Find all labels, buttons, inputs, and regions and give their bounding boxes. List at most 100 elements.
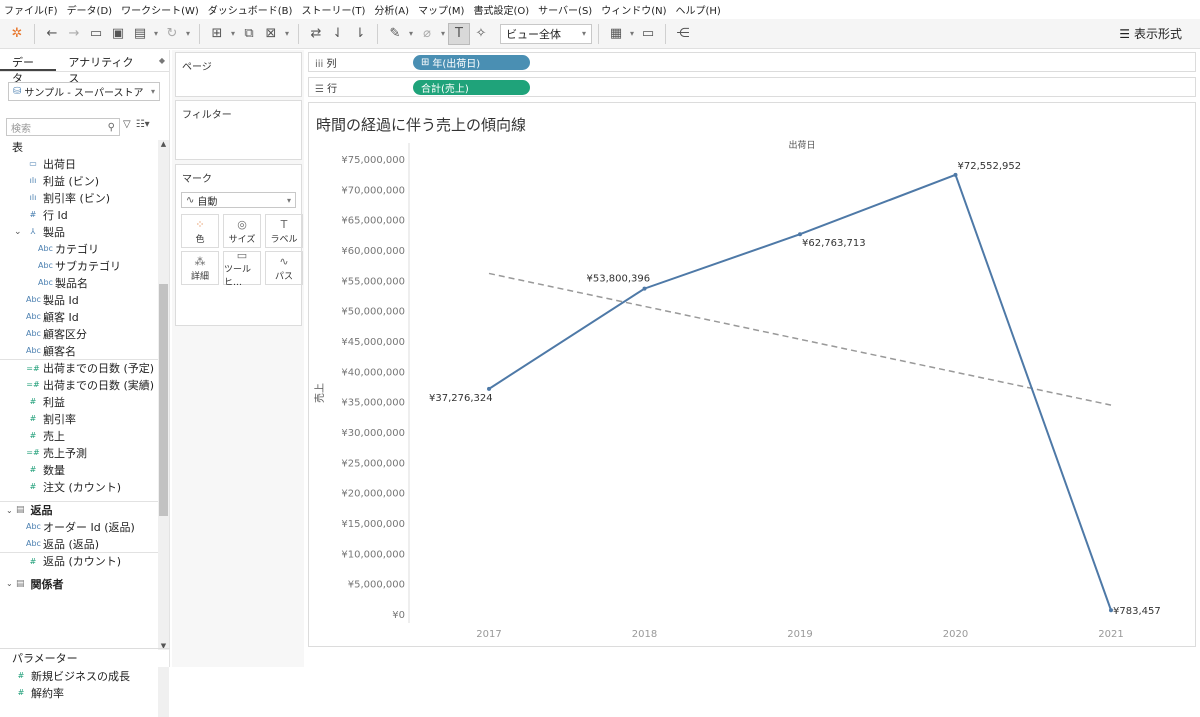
- chevron-down-icon[interactable]: ▾: [228, 29, 238, 38]
- field-item[interactable]: ılı 割引率 (ビン): [0, 189, 158, 206]
- search-input[interactable]: 検索 ⚲: [6, 118, 120, 136]
- menu-item[interactable]: ファイル(F): [4, 2, 58, 17]
- marks-card: マーク ∿ 自動 ▾ ⁘ 色 ◎ サイズ T ラベル ⁂ 詳細 ▭ ツールヒ… ∿ パス: [175, 164, 303, 326]
- field-item[interactable]: # 割引率: [0, 410, 158, 427]
- pause-updates-icon[interactable]: ▤: [129, 23, 151, 45]
- field-item[interactable]: =# 出荷までの日数 (実績): [0, 376, 158, 393]
- color-button[interactable]: ⁘ 色: [181, 214, 219, 248]
- field-item[interactable]: Abc 顧客 Id: [0, 308, 158, 325]
- save-icon[interactable]: ▭: [85, 23, 107, 45]
- field-item[interactable]: Abc 顧客区分: [0, 325, 158, 342]
- field-item[interactable]: ⌄ ⅄ 製品: [0, 223, 158, 240]
- columns-icon: iii: [315, 58, 324, 70]
- menu-item[interactable]: データ(D): [67, 2, 113, 17]
- field-item[interactable]: Abc 顧客名: [0, 342, 158, 359]
- sort-ascending-icon[interactable]: ⇃: [327, 23, 349, 45]
- chevron-down-icon[interactable]: ▾: [406, 29, 416, 38]
- columns-shelf[interactable]: iii 列 ⊞ 年(出荷日): [308, 52, 1196, 72]
- chevron-down-icon[interactable]: ⌄: [6, 506, 16, 515]
- field-item[interactable]: =# 出荷までの日数 (予定): [0, 359, 158, 376]
- tooltip-button[interactable]: ▭ ツールヒ…: [223, 249, 261, 288]
- refresh-icon[interactable]: ↻: [161, 23, 183, 45]
- tab-analytics[interactable]: アナリティクス: [56, 50, 154, 85]
- abc-icon: Abc: [26, 312, 41, 321]
- pages-card[interactable]: ページ: [175, 52, 302, 97]
- duplicate-sheet-icon[interactable]: ⧉: [238, 23, 260, 45]
- abc-icon: Abc: [26, 522, 41, 531]
- chevron-down-icon[interactable]: ▾: [438, 29, 448, 38]
- menu-item[interactable]: ウィンドウ(N): [601, 2, 666, 17]
- field-list-scrollbar[interactable]: ▲ ▼: [158, 140, 169, 650]
- field-item[interactable]: Abc 製品名: [0, 274, 158, 291]
- field-item[interactable]: # 売上: [0, 427, 158, 444]
- datasource-select[interactable]: ⛁ サンプル - スーパーストア ▾: [8, 82, 160, 101]
- field-item[interactable]: Abc サブカテゴリ: [0, 257, 158, 274]
- pane-menu-icon[interactable]: ◆: [155, 50, 169, 71]
- chevron-down-icon[interactable]: ⌄: [14, 227, 26, 237]
- chevron-down-icon[interactable]: ▾: [282, 29, 292, 38]
- field-item[interactable]: Abc 製品 Id: [0, 291, 158, 308]
- chevron-down-icon[interactable]: ▾: [183, 29, 193, 38]
- view-size-select[interactable]: ビュー全体 ▾: [500, 23, 592, 44]
- columns-pill[interactable]: ⊞ 年(出荷日): [413, 54, 530, 70]
- field-item[interactable]: ılı 利益 (ビン): [0, 172, 158, 189]
- field-item[interactable]: # 注文 (カウント): [0, 478, 158, 495]
- scroll-up-icon[interactable]: ▲: [158, 140, 169, 148]
- menu-item[interactable]: サーバー(S): [538, 2, 592, 17]
- field-item[interactable]: =# 売上予測: [0, 444, 158, 461]
- scrollbar-thumb[interactable]: [159, 284, 168, 516]
- section-header[interactable]: 表: [0, 138, 158, 155]
- tab-data[interactable]: データ: [0, 50, 57, 85]
- menu-item[interactable]: ワークシート(W): [121, 2, 199, 17]
- filter-icon[interactable]: ▽: [123, 119, 131, 130]
- field-item[interactable]: # 数量: [0, 461, 158, 478]
- menu-item[interactable]: 分析(A): [374, 2, 409, 17]
- swap-rows-columns-icon[interactable]: ⇄: [305, 23, 327, 45]
- sort-descending-icon[interactable]: ⇂: [349, 23, 371, 45]
- mark-type-select[interactable]: ∿ 自動 ▾: [181, 192, 296, 208]
- filters-card[interactable]: フィルター: [175, 100, 302, 160]
- group-members-icon[interactable]: ⌀: [416, 23, 438, 45]
- new-datasource-icon[interactable]: ▣: [107, 23, 129, 45]
- field-item[interactable]: Abc オーダー Id (返品): [0, 518, 158, 535]
- menu-item[interactable]: 書式設定(O): [473, 2, 529, 17]
- undo-icon[interactable]: ←: [41, 23, 63, 45]
- section-header[interactable]: ⌄ ▤ 関係者: [0, 575, 158, 592]
- field-item[interactable]: Abc カテゴリ: [0, 240, 158, 257]
- label-button[interactable]: T ラベル: [265, 214, 303, 248]
- parameters-scrollbar[interactable]: [158, 667, 169, 717]
- chevron-down-icon[interactable]: ▾: [151, 29, 161, 38]
- section-header[interactable]: ⌄ ▤ 返品: [0, 501, 158, 518]
- show-cards-icon[interactable]: ▦: [605, 23, 627, 45]
- detail-button[interactable]: ⁂ 詳細: [181, 251, 219, 285]
- presentation-mode-icon[interactable]: ▭: [637, 23, 659, 45]
- chevron-down-icon[interactable]: ▾: [627, 29, 637, 38]
- share-icon[interactable]: ⋲: [672, 23, 694, 45]
- chevron-down-icon[interactable]: ⌄: [6, 579, 16, 588]
- field-item[interactable]: # 行 Id: [0, 206, 158, 223]
- menu-item[interactable]: ストーリー(T): [301, 2, 365, 17]
- show-mark-labels-icon[interactable]: T: [448, 22, 470, 45]
- show-me-button[interactable]: ☰ 表示形式: [1119, 25, 1182, 42]
- redo-icon[interactable]: →: [63, 23, 85, 45]
- parameter-item[interactable]: # 新規ビジネスの成長: [0, 667, 158, 684]
- path-button[interactable]: ∿ パス: [265, 251, 303, 285]
- clear-sheet-icon[interactable]: ⊠: [260, 23, 282, 45]
- menu-item[interactable]: ダッシュボード(B): [208, 2, 293, 17]
- rows-shelf[interactable]: ☰ 行 合計(売上): [308, 77, 1196, 97]
- menu-item[interactable]: ヘルプ(H): [676, 2, 721, 17]
- field-item[interactable]: Abc 返品 (返品): [0, 535, 158, 552]
- field-item[interactable]: # 利益: [0, 393, 158, 410]
- menu-item[interactable]: マップ(M): [418, 2, 464, 17]
- parameter-item[interactable]: # 解約率: [0, 684, 158, 701]
- rows-pill[interactable]: 合計(売上): [413, 79, 530, 95]
- view-options-icon[interactable]: ☷▾: [136, 119, 150, 130]
- highlight-icon[interactable]: ✎: [384, 23, 406, 45]
- tableau-logo-icon[interactable]: ✲: [6, 23, 28, 45]
- new-worksheet-icon[interactable]: ⊞: [206, 23, 228, 45]
- size-button[interactable]: ◎ サイズ: [223, 214, 261, 248]
- field-item[interactable]: # 返品 (カウント): [0, 552, 158, 569]
- field-item[interactable]: ▭ 出荷日: [0, 155, 158, 172]
- fix-axes-icon[interactable]: ✧: [470, 23, 492, 45]
- abc-icon: Abc: [38, 261, 53, 270]
